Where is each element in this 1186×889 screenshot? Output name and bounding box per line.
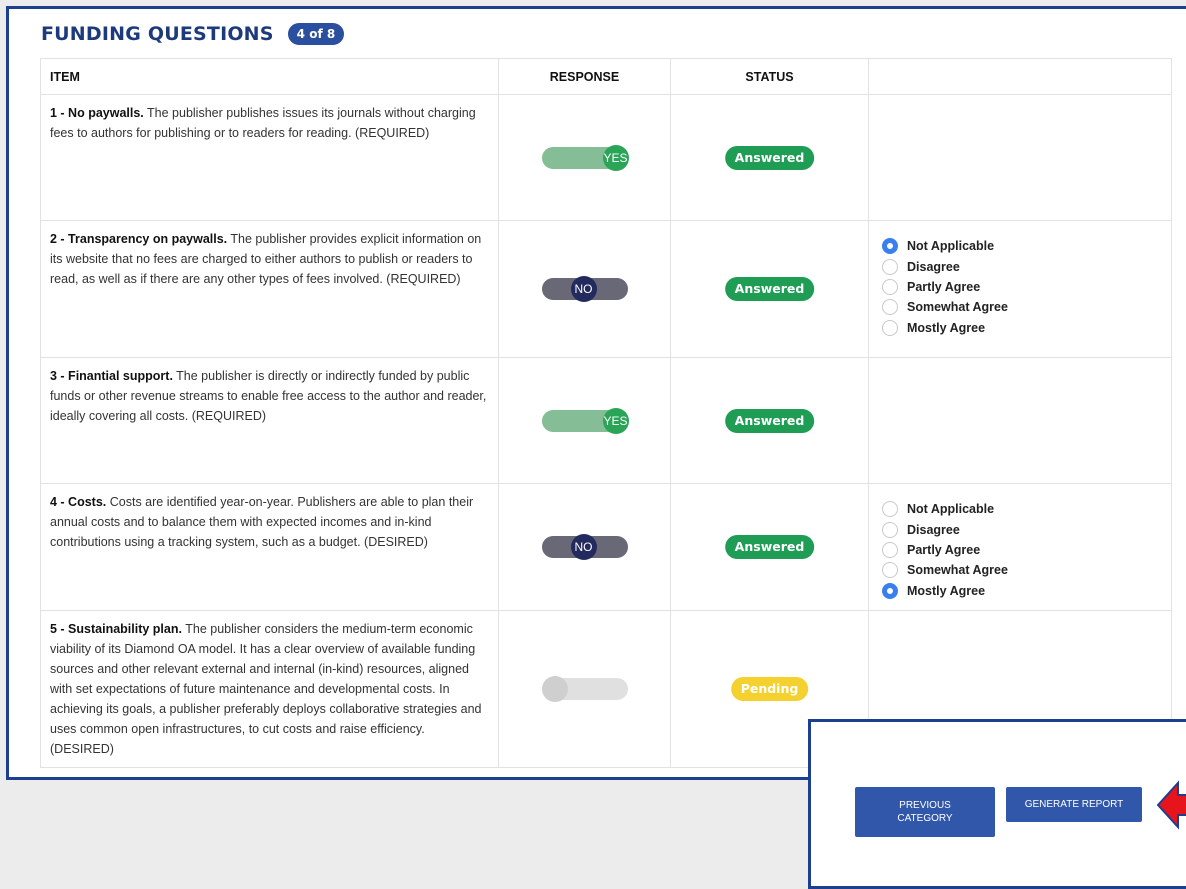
- response-toggle[interactable]: NO: [541, 534, 628, 560]
- question-row: 3 - Finantial support. The publisher is …: [40, 357, 1172, 484]
- column-header-item: ITEM: [40, 58, 499, 95]
- question-text: 4 - Costs. Costs are identified year-on-…: [41, 484, 498, 560]
- response-cell: NO: [498, 483, 671, 611]
- radio-button[interactable]: [882, 238, 898, 255]
- rating-option-label: Somewhat Agree: [907, 563, 1008, 578]
- rating-option-label: Somewhat Agree: [907, 300, 1008, 315]
- toggle-knob: [541, 676, 568, 702]
- radio-button[interactable]: [882, 501, 898, 518]
- status-badge: Answered: [724, 408, 815, 433]
- radio-button[interactable]: [882, 299, 898, 316]
- rating-radio-group: Not Applicable Disagree Partly Agree Somewh…: [869, 484, 1171, 601]
- rating-option[interactable]: Not Applicable: [882, 499, 1171, 519]
- rating-options-cell: [868, 357, 1172, 484]
- rating-option[interactable]: Not Applicable: [882, 236, 1171, 256]
- status-badge: Pending: [730, 677, 809, 701]
- radio-button[interactable]: [882, 258, 898, 275]
- toggle-knob: NO: [570, 276, 597, 302]
- question-text-cell: 4 - Costs. Costs are identified year-on-…: [40, 483, 499, 611]
- question-text: 5 - Sustainability plan. The publisher c…: [41, 611, 498, 767]
- funding-questions-panel: FUNDING QUESTIONS 4 of 8 ITEM RESPONSE S…: [6, 6, 1186, 780]
- table-header-row: ITEM RESPONSE STATUS: [40, 58, 1172, 95]
- question-body: Costs are identified year-on-year. Publi…: [50, 495, 474, 549]
- rating-options-cell: [868, 94, 1172, 221]
- rating-option[interactable]: Disagree: [882, 256, 1171, 276]
- rating-options-cell: Not Applicable Disagree Partly Agree Somewh…: [868, 483, 1172, 611]
- question-row: 1 - No paywalls. The publisher publishes…: [40, 94, 1172, 221]
- question-body: The publisher considers the medium-term …: [50, 622, 482, 756]
- radio-button[interactable]: [882, 319, 898, 336]
- response-cell: [498, 610, 671, 768]
- status-cell: Answered: [670, 357, 869, 484]
- response-cell: YES: [498, 94, 671, 221]
- rating-option[interactable]: Somewhat Agree: [882, 297, 1171, 317]
- rating-option[interactable]: Mostly Agree: [882, 318, 1171, 338]
- question-title: 2 - Transparency on paywalls.: [50, 232, 228, 246]
- question-text-cell: 5 - Sustainability plan. The publisher c…: [40, 610, 499, 768]
- response-toggle[interactable]: NO: [541, 276, 628, 302]
- radio-button[interactable]: [882, 521, 898, 538]
- toggle-knob: NO: [570, 534, 597, 560]
- toggle-knob: YES: [602, 144, 629, 171]
- status-cell: Answered: [670, 220, 869, 358]
- toggle-knob: YES: [602, 407, 629, 434]
- radio-button[interactable]: [882, 582, 898, 599]
- previous-category-button[interactable]: PREVIOUS CATEGORY: [855, 787, 995, 837]
- response-toggle[interactable]: YES: [541, 144, 629, 171]
- rating-option-label: Partly Agree: [907, 542, 981, 557]
- rating-option-label: Mostly Agree: [907, 320, 986, 335]
- response-cell: NO: [498, 220, 671, 358]
- question-title: 4 - Costs.: [50, 495, 107, 509]
- question-text: 2 - Transparency on paywalls. The publis…: [41, 221, 498, 297]
- rating-radio-group: Not Applicable Disagree Partly Agree Somewh…: [869, 221, 1171, 338]
- rating-option-label: Disagree: [907, 522, 960, 537]
- rating-option-label: Not Applicable: [907, 239, 995, 254]
- radio-button[interactable]: [882, 562, 898, 579]
- generate-report-button[interactable]: GENERATE REPORT: [1006, 787, 1142, 822]
- status-badge: Answered: [724, 145, 815, 170]
- question-title: 5 - Sustainability plan.: [50, 622, 182, 636]
- rating-option-label: Partly Agree: [907, 279, 981, 294]
- radio-button[interactable]: [882, 278, 898, 295]
- rating-option[interactable]: Somewhat Agree: [882, 560, 1171, 580]
- column-header-response: RESPONSE: [498, 58, 671, 95]
- question-title: 3 - Finantial support.: [50, 369, 173, 383]
- rating-option[interactable]: Partly Agree: [882, 277, 1171, 297]
- question-text: 1 - No paywalls. The publisher publishes…: [41, 95, 498, 151]
- question-count-badge: 4 of 8: [287, 23, 345, 45]
- rating-option[interactable]: Partly Agree: [882, 540, 1171, 560]
- response-toggle[interactable]: [541, 676, 628, 702]
- status-badge: Answered: [724, 277, 815, 301]
- question-text-cell: 2 - Transparency on paywalls. The publis…: [40, 220, 499, 358]
- question-text-cell: 1 - No paywalls. The publisher publishes…: [40, 94, 499, 221]
- response-cell: YES: [498, 357, 671, 484]
- question-title: 1 - No paywalls.: [50, 106, 144, 120]
- column-header-status: STATUS: [670, 58, 869, 95]
- navigation-footer: PREVIOUS CATEGORY GENERATE REPORT: [808, 719, 1186, 889]
- section-header: FUNDING QUESTIONS 4 of 8: [41, 23, 345, 45]
- question-row: 4 - Costs. Costs are identified year-on-…: [40, 483, 1172, 611]
- question-text-cell: 3 - Finantial support. The publisher is …: [40, 357, 499, 484]
- question-row: 2 - Transparency on paywalls. The publis…: [40, 220, 1172, 358]
- rating-options-cell: Not Applicable Disagree Partly Agree Somewh…: [868, 220, 1172, 358]
- status-cell: Answered: [670, 94, 869, 221]
- pointer-arrow-icon: [1156, 780, 1186, 830]
- rating-option[interactable]: Disagree: [882, 519, 1171, 539]
- question-text: 3 - Finantial support. The publisher is …: [41, 358, 498, 434]
- rating-option-label: Mostly Agree: [907, 583, 986, 598]
- radio-button[interactable]: [882, 541, 898, 558]
- rating-option[interactable]: Mostly Agree: [882, 581, 1171, 601]
- questions-table: ITEM RESPONSE STATUS 1 - No paywalls. Th…: [40, 58, 1172, 768]
- rating-option-label: Disagree: [907, 259, 960, 274]
- status-cell: Answered: [670, 483, 869, 611]
- section-title: FUNDING QUESTIONS: [41, 23, 274, 45]
- rating-option-label: Not Applicable: [907, 502, 995, 517]
- column-header-extra: [868, 58, 1172, 95]
- response-toggle[interactable]: YES: [541, 407, 629, 434]
- status-badge: Answered: [724, 535, 815, 559]
